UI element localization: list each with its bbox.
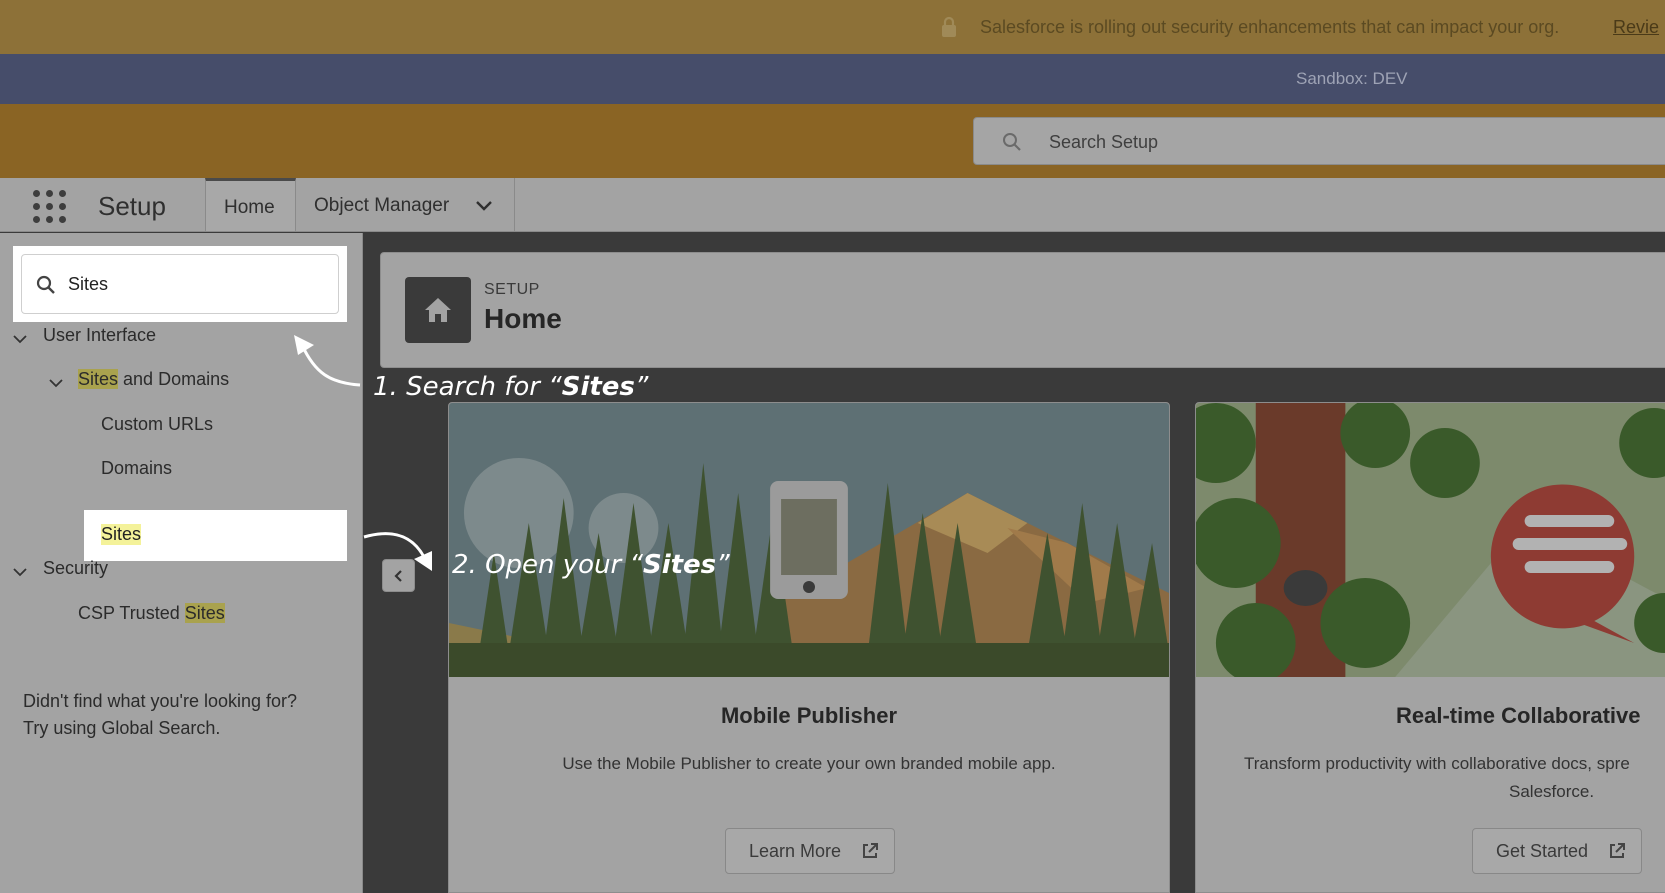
tree-label-domains: Domains bbox=[101, 458, 173, 478]
card-description-line: Transform productivity with collaborativ… bbox=[1244, 754, 1630, 773]
lock-icon bbox=[942, 16, 956, 37]
page-title: Home bbox=[484, 303, 562, 334]
chevron-down-icon[interactable] bbox=[48, 375, 64, 391]
app-title: Setup bbox=[98, 191, 166, 221]
app-launcher-icon[interactable] bbox=[33, 190, 66, 223]
global-search-hint[interactable]: Try using Global Search. bbox=[23, 715, 343, 742]
page-header: SETUP Home bbox=[380, 252, 1665, 368]
annotation-text: 1. Search for “ bbox=[373, 372, 562, 402]
sandbox-bar: Sandbox: DEV bbox=[0, 54, 1665, 104]
tree-label-sites: Sites bbox=[101, 524, 142, 545]
annotation-step-2: 2. Open your “Sites” bbox=[452, 550, 730, 580]
tree-label-user-interface: User Interface bbox=[43, 325, 157, 345]
chevron-down-icon[interactable] bbox=[12, 331, 28, 347]
tree-item-sites[interactable]: Sites bbox=[84, 510, 347, 561]
chevron-down-icon[interactable] bbox=[12, 564, 28, 580]
setup-sidebar: Sites User Interface Sites and Domains C… bbox=[0, 233, 363, 893]
quick-find-box: Sites bbox=[13, 246, 347, 322]
not-found-hint: Didn't find what you're looking for? Try… bbox=[23, 688, 343, 742]
annotation-emphasis: Sites bbox=[561, 372, 635, 402]
card-title: Real-time Collaborative bbox=[1396, 703, 1641, 728]
arrow-annotation-2 bbox=[363, 532, 432, 571]
annotation-text: 2. Open your “ bbox=[452, 550, 643, 580]
tab-object-manager-label: Object Manager bbox=[314, 195, 450, 216]
security-banner: Salesforce is rolling out security enhan… bbox=[0, 0, 1665, 54]
banner-review-link[interactable]: Revie bbox=[1613, 17, 1659, 38]
search-icon bbox=[36, 275, 55, 294]
chevron-down-icon[interactable] bbox=[474, 196, 494, 216]
tab-home[interactable]: Home bbox=[205, 178, 296, 231]
card-real-time-collaborative: Real-time Collaborative Transform produc… bbox=[1195, 402, 1665, 893]
tree-label-custom-urls: Custom URLs bbox=[101, 414, 214, 434]
tree-label-csp: CSP Trusted bbox=[78, 603, 185, 623]
external-link-icon bbox=[1610, 843, 1625, 858]
tree-item-csp-trusted-sites[interactable]: CSP Trusted Sites bbox=[78, 603, 225, 624]
tree-item-custom-urls[interactable]: Custom URLs bbox=[101, 414, 213, 435]
annotation-text: ” bbox=[716, 550, 730, 580]
card-description-line: Salesforce. bbox=[1509, 782, 1595, 801]
tree-label-highlight: Sites bbox=[78, 369, 119, 389]
tab-home-label: Home bbox=[224, 197, 275, 218]
page-eyebrow: SETUP bbox=[484, 281, 540, 298]
not-found-line: Didn't find what you're looking for? bbox=[23, 691, 298, 711]
button-label: Learn More bbox=[749, 841, 842, 861]
global-search-placeholder: Search Setup bbox=[1049, 132, 1159, 152]
card-description: Use the Mobile Publisher to create your … bbox=[562, 754, 1056, 773]
global-search-input[interactable]: Search Setup bbox=[973, 117, 1665, 165]
get-started-button[interactable]: Get Started bbox=[1472, 828, 1642, 874]
app-nav-bar: Setup Home Object Manager bbox=[0, 178, 1665, 232]
quick-find-input[interactable]: Sites bbox=[21, 254, 339, 314]
tree-item-user-interface[interactable]: User Interface bbox=[12, 325, 156, 346]
tab-object-manager[interactable]: Object Manager bbox=[296, 178, 515, 231]
annotation-text: ” bbox=[634, 372, 649, 402]
learn-more-button[interactable]: Learn More bbox=[725, 828, 895, 874]
collaboration-illustration bbox=[1196, 403, 1665, 677]
home-icon bbox=[405, 277, 471, 343]
annotation-emphasis: Sites bbox=[642, 550, 717, 580]
annotation-step-1: 1. Search for “Sites” bbox=[373, 372, 648, 402]
quick-find-value: Sites bbox=[68, 274, 109, 294]
card-description: Transform productivity with collaborativ… bbox=[1244, 750, 1665, 806]
tree-label-security: Security bbox=[43, 558, 109, 578]
button-label: Get Started bbox=[1496, 841, 1589, 861]
tree-label-highlight: Sites bbox=[184, 603, 225, 623]
tree-item-domains[interactable]: Domains bbox=[101, 458, 172, 479]
external-link-icon bbox=[863, 843, 878, 858]
tree-item-security[interactable]: Security bbox=[12, 558, 108, 579]
sandbox-label: Sandbox: DEV bbox=[1296, 69, 1408, 88]
tree-item-sites-and-domains[interactable]: Sites and Domains bbox=[48, 369, 229, 390]
banner-message: Salesforce is rolling out security enhan… bbox=[980, 17, 1560, 37]
card-title: Mobile Publisher bbox=[720, 703, 898, 728]
search-icon bbox=[1003, 133, 1021, 151]
tree-label-sites-and-domains: and Domains bbox=[118, 369, 230, 389]
card-mobile-publisher: Mobile Publisher Use the Mobile Publishe… bbox=[448, 402, 1170, 893]
mobile-publisher-illustration bbox=[449, 403, 1169, 677]
arrow-annotation-1 bbox=[294, 335, 361, 387]
